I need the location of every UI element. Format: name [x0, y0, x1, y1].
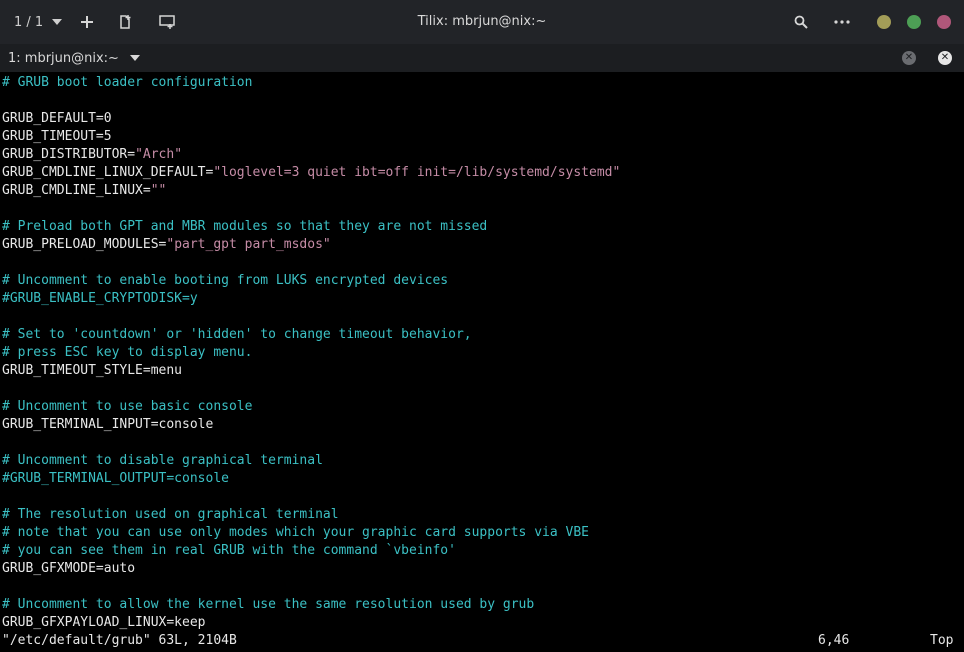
code-line: # Uncomment to enable booting from LUKS …	[0, 272, 964, 290]
editor-buffer: # GRUB boot loader configuration GRUB_DEF…	[0, 74, 964, 632]
string-literal: "part_gpt part_msdos"	[166, 237, 331, 252]
minimize-button[interactable]	[877, 15, 891, 29]
code-line: #GRUB_TERMINAL_OUTPUT=console	[0, 470, 964, 488]
comment-text: # Uncomment to disable graphical termina…	[2, 453, 323, 468]
code-line: GRUB_TIMEOUT_STYLE=menu	[0, 362, 964, 380]
cursor-position: 6,46	[818, 633, 850, 648]
string-literal: "Arch"	[135, 147, 183, 162]
add-down-icon[interactable]	[157, 12, 177, 32]
comment-text: # Uncomment to allow the kernel use the …	[2, 597, 535, 612]
code-line: GRUB_CMDLINE_LINUX=""	[0, 182, 964, 200]
comment-text: # GRUB boot loader configuration	[2, 75, 253, 90]
title-bar: 1 / 1 Tilix: mbrjun@nix:~	[0, 0, 964, 44]
code-line: # The resolution used on graphical termi…	[0, 506, 964, 524]
comment-text: # Uncomment to use basic console	[2, 399, 253, 414]
terminal-title-menu[interactable]: 1: mbrjun@nix:~	[8, 44, 140, 72]
code-line: # you can see them in real GRUB with the…	[0, 542, 964, 560]
string-literal: ""	[150, 183, 167, 198]
vim-statusline: "/etc/default/grub" 63L, 2104B 6,46 Top	[0, 632, 964, 650]
code-text: GRUB_PRELOAD_MODULES=	[2, 237, 167, 252]
code-text: GRUB_GFXPAYLOAD_LINUX=keep	[2, 615, 206, 630]
file-info: "/etc/default/grub" 63L, 2104B	[2, 633, 237, 648]
comment-text: # Preload both GPT and MBR modules so th…	[2, 219, 488, 234]
maximize-terminal-icon[interactable]: ✕	[902, 51, 916, 65]
code-line: # press ESC key to display menu.	[0, 344, 964, 362]
code-line: # GRUB boot loader configuration	[0, 74, 964, 92]
comment-text: #GRUB_ENABLE_CRYPTODISK=y	[2, 291, 198, 306]
code-line: GRUB_TIMEOUT=5	[0, 128, 964, 146]
comment-text: # Set to 'countdown' or 'hidden' to chan…	[2, 327, 472, 342]
code-line: GRUB_DEFAULT=0	[0, 110, 964, 128]
comment-text: # you can see them in real GRUB with the…	[2, 543, 456, 558]
scroll-position: Top	[930, 633, 954, 648]
code-line: # Set to 'countdown' or 'hidden' to chan…	[0, 326, 964, 344]
session-count: 1 / 1	[14, 14, 44, 30]
code-text: GRUB_DEFAULT=0	[2, 111, 112, 126]
code-text: GRUB_CMDLINE_LINUX=	[2, 183, 151, 198]
chevron-down-icon	[52, 19, 63, 25]
code-text: GRUB_TIMEOUT=5	[2, 129, 112, 144]
string-literal: "loglevel=3 quiet ibt=off init=/lib/syst…	[213, 165, 621, 180]
comment-text: # The resolution used on graphical termi…	[2, 507, 339, 522]
terminal-tab-bar: 1: mbrjun@nix:~ ✕ ✕	[0, 44, 964, 72]
code-text: GRUB_GFXMODE=auto	[2, 561, 136, 576]
code-line: GRUB_DISTRIBUTOR="Arch"	[0, 146, 964, 164]
code-line: GRUB_TERMINAL_INPUT=console	[0, 416, 964, 434]
terminal-title: 1: mbrjun@nix:~	[8, 50, 119, 66]
maximize-button[interactable]	[907, 15, 921, 29]
chevron-down-icon	[129, 55, 140, 61]
code-text: GRUB_TERMINAL_INPUT=console	[2, 417, 214, 432]
close-window-button[interactable]	[937, 15, 951, 29]
terminal-output[interactable]: # GRUB boot loader configuration GRUB_DEF…	[0, 72, 964, 652]
code-line: GRUB_CMDLINE_LINUX_DEFAULT="loglevel=3 q…	[0, 164, 964, 182]
comment-text: # Uncomment to enable booting from LUKS …	[2, 273, 449, 288]
window-title: Tilix: mbrjun@nix:~	[417, 14, 547, 29]
code-line: GRUB_PRELOAD_MODULES="part_gpt part_msdo…	[0, 236, 964, 254]
comment-text: #GRUB_TERMINAL_OUTPUT=console	[2, 471, 229, 486]
code-line: # note that you can use only modes which…	[0, 524, 964, 542]
code-line: # Preload both GPT and MBR modules so th…	[0, 218, 964, 236]
code-line: # Uncomment to disable graphical termina…	[0, 452, 964, 470]
close-terminal-icon[interactable]: ✕	[938, 51, 952, 65]
add-right-icon[interactable]	[116, 12, 136, 32]
comment-text: # press ESC key to display menu.	[2, 345, 253, 360]
comment-text: # note that you can use only modes which…	[2, 525, 589, 540]
more-icon[interactable]	[832, 12, 852, 32]
code-text: GRUB_TIMEOUT_STYLE=menu	[2, 363, 183, 378]
code-text: GRUB_DISTRIBUTOR=	[2, 147, 136, 162]
code-line: # Uncomment to use basic console	[0, 398, 964, 416]
code-line: GRUB_GFXPAYLOAD_LINUX=keep	[0, 614, 964, 632]
code-line: GRUB_GFXMODE=auto	[0, 560, 964, 578]
session-switcher[interactable]: 1 / 1	[14, 14, 63, 30]
plus-icon[interactable]	[77, 12, 97, 32]
code-line: #GRUB_ENABLE_CRYPTODISK=y	[0, 290, 964, 308]
search-icon[interactable]	[791, 12, 811, 32]
code-text: GRUB_CMDLINE_LINUX_DEFAULT=	[2, 165, 214, 180]
code-line: # Uncomment to allow the kernel use the …	[0, 596, 964, 614]
